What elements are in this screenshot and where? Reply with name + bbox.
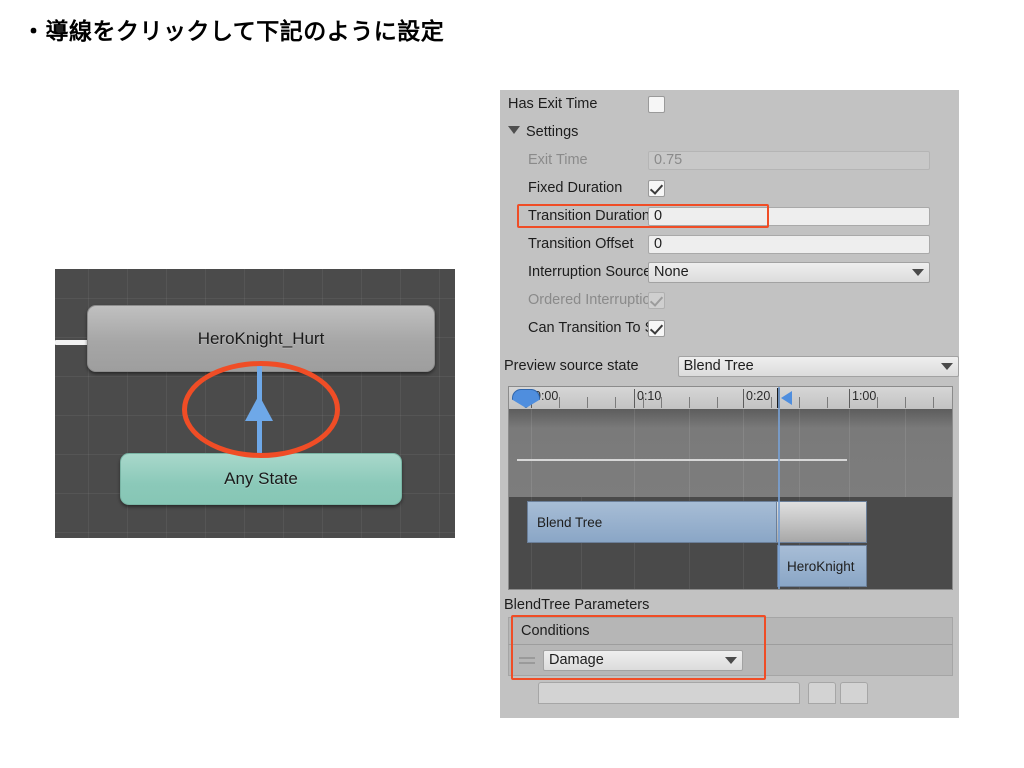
preview-source-state-dropdown[interactable]: Blend Tree xyxy=(677,355,959,377)
tick-label: 0:10 xyxy=(637,389,662,403)
playhead-flag-icon[interactable] xyxy=(781,391,792,405)
row-interruption-source[interactable]: Interruption Source None xyxy=(500,258,959,286)
chevron-down-icon xyxy=(912,268,924,276)
chevron-down-icon xyxy=(941,362,953,370)
state-node-label: HeroKnight_Hurt xyxy=(197,328,325,348)
row-settings-foldout[interactable]: Settings xyxy=(500,118,959,146)
transition-offset-input[interactable]: 0 xyxy=(648,234,930,254)
clip-label: HeroKnight xyxy=(787,558,855,574)
tick-label: 1:00 xyxy=(852,389,877,403)
exit-time-field: 0.75 xyxy=(648,150,930,170)
row-label: Transition Duration xyxy=(528,208,648,224)
has-exit-time-checkbox[interactable] xyxy=(648,95,665,113)
row-ordered-interruption: Ordered Interruption xyxy=(500,286,959,314)
condition-row[interactable]: Damage xyxy=(508,644,953,676)
timeline-preview-area xyxy=(509,409,952,497)
timeline-clip-heroknight[interactable]: HeroKnight xyxy=(777,545,867,587)
row-fixed-duration[interactable]: Fixed Duration xyxy=(500,174,959,202)
condition-list-footer[interactable] xyxy=(538,682,800,704)
row-transition-duration[interactable]: Transition Duration 0 xyxy=(500,202,959,230)
row-label: Settings xyxy=(500,124,648,140)
row-label: Interruption Source xyxy=(528,264,648,280)
conditions-footer-buttons xyxy=(508,682,953,704)
state-node-any-state[interactable]: Any State xyxy=(120,453,402,505)
conditions-section: Conditions Damage xyxy=(508,615,953,680)
timeline-ruler[interactable]: 0:00 0:10 0:20 1:00 xyxy=(509,387,952,410)
dropdown-value: None xyxy=(654,264,689,280)
timeline-playhead[interactable] xyxy=(778,387,780,589)
conditions-header: Conditions xyxy=(508,617,953,644)
row-exit-time: Exit Time 0.75 xyxy=(500,146,959,174)
timeline-clip-blend-tree-fade xyxy=(777,501,867,543)
drag-handle-icon[interactable] xyxy=(519,656,535,665)
transition-timeline[interactable]: 0:00 0:10 0:20 1:00 Blend Tree HeroKnigh… xyxy=(508,386,953,590)
row-can-transition-to-self[interactable]: Can Transition To Self xyxy=(500,314,959,342)
fixed-duration-checkbox[interactable] xyxy=(648,179,665,197)
blendtree-parameters-label: BlendTree Parameters xyxy=(504,597,650,613)
remove-condition-button[interactable] xyxy=(840,682,868,704)
row-transition-offset[interactable]: Transition Offset 0 xyxy=(500,230,959,258)
timeline-clip-area: Blend Tree HeroKnight xyxy=(509,387,952,589)
row-label: Has Exit Time xyxy=(508,96,598,112)
can-transition-to-self-checkbox[interactable] xyxy=(648,319,665,337)
preview-curve-line xyxy=(517,459,847,461)
clip-label: Blend Tree xyxy=(537,514,603,530)
interruption-source-dropdown[interactable]: None xyxy=(648,261,930,283)
row-label: Preview source state xyxy=(504,358,639,374)
timeline-start-marker[interactable] xyxy=(512,389,540,408)
row-has-exit-time[interactable]: Has Exit Time xyxy=(500,90,959,118)
chevron-down-icon[interactable] xyxy=(508,126,520,134)
dropdown-value: Blend Tree xyxy=(683,358,754,374)
page-title: ・導線をクリックして下記のように設定 xyxy=(22,18,445,44)
slide-page: ・導線をクリックして下記のように設定 HeroKnight_Hurt Any S… xyxy=(0,0,1024,768)
conditions-header-label: Conditions xyxy=(521,623,590,639)
state-node-label: Any State xyxy=(224,469,298,488)
row-preview-source-state[interactable]: Preview source state Blend Tree xyxy=(500,351,959,381)
row-label: Fixed Duration xyxy=(528,180,623,196)
add-condition-button[interactable] xyxy=(808,682,836,704)
dropdown-value: Damage xyxy=(549,652,604,668)
timeline-clip-blend-tree[interactable]: Blend Tree xyxy=(527,501,777,543)
chevron-down-icon xyxy=(725,656,737,664)
row-label: Exit Time xyxy=(528,152,588,168)
transition-inspector-panel: Has Exit Time Settings Exit Time 0.75 Fi… xyxy=(500,90,959,718)
row-label: Can Transition To Self xyxy=(528,320,648,336)
ordered-interruption-checkbox xyxy=(648,291,665,309)
animator-graph[interactable]: HeroKnight_Hurt Any State xyxy=(55,269,455,538)
tick-label: 0:20 xyxy=(746,389,771,403)
transition-duration-input[interactable]: 0 xyxy=(648,206,930,226)
settings-label: Settings xyxy=(526,124,579,140)
highlight-ellipse-annotation xyxy=(182,361,340,458)
row-label: Ordered Interruption xyxy=(528,292,648,308)
row-label: Transition Offset xyxy=(528,236,634,252)
condition-parameter-dropdown[interactable]: Damage xyxy=(543,649,743,671)
